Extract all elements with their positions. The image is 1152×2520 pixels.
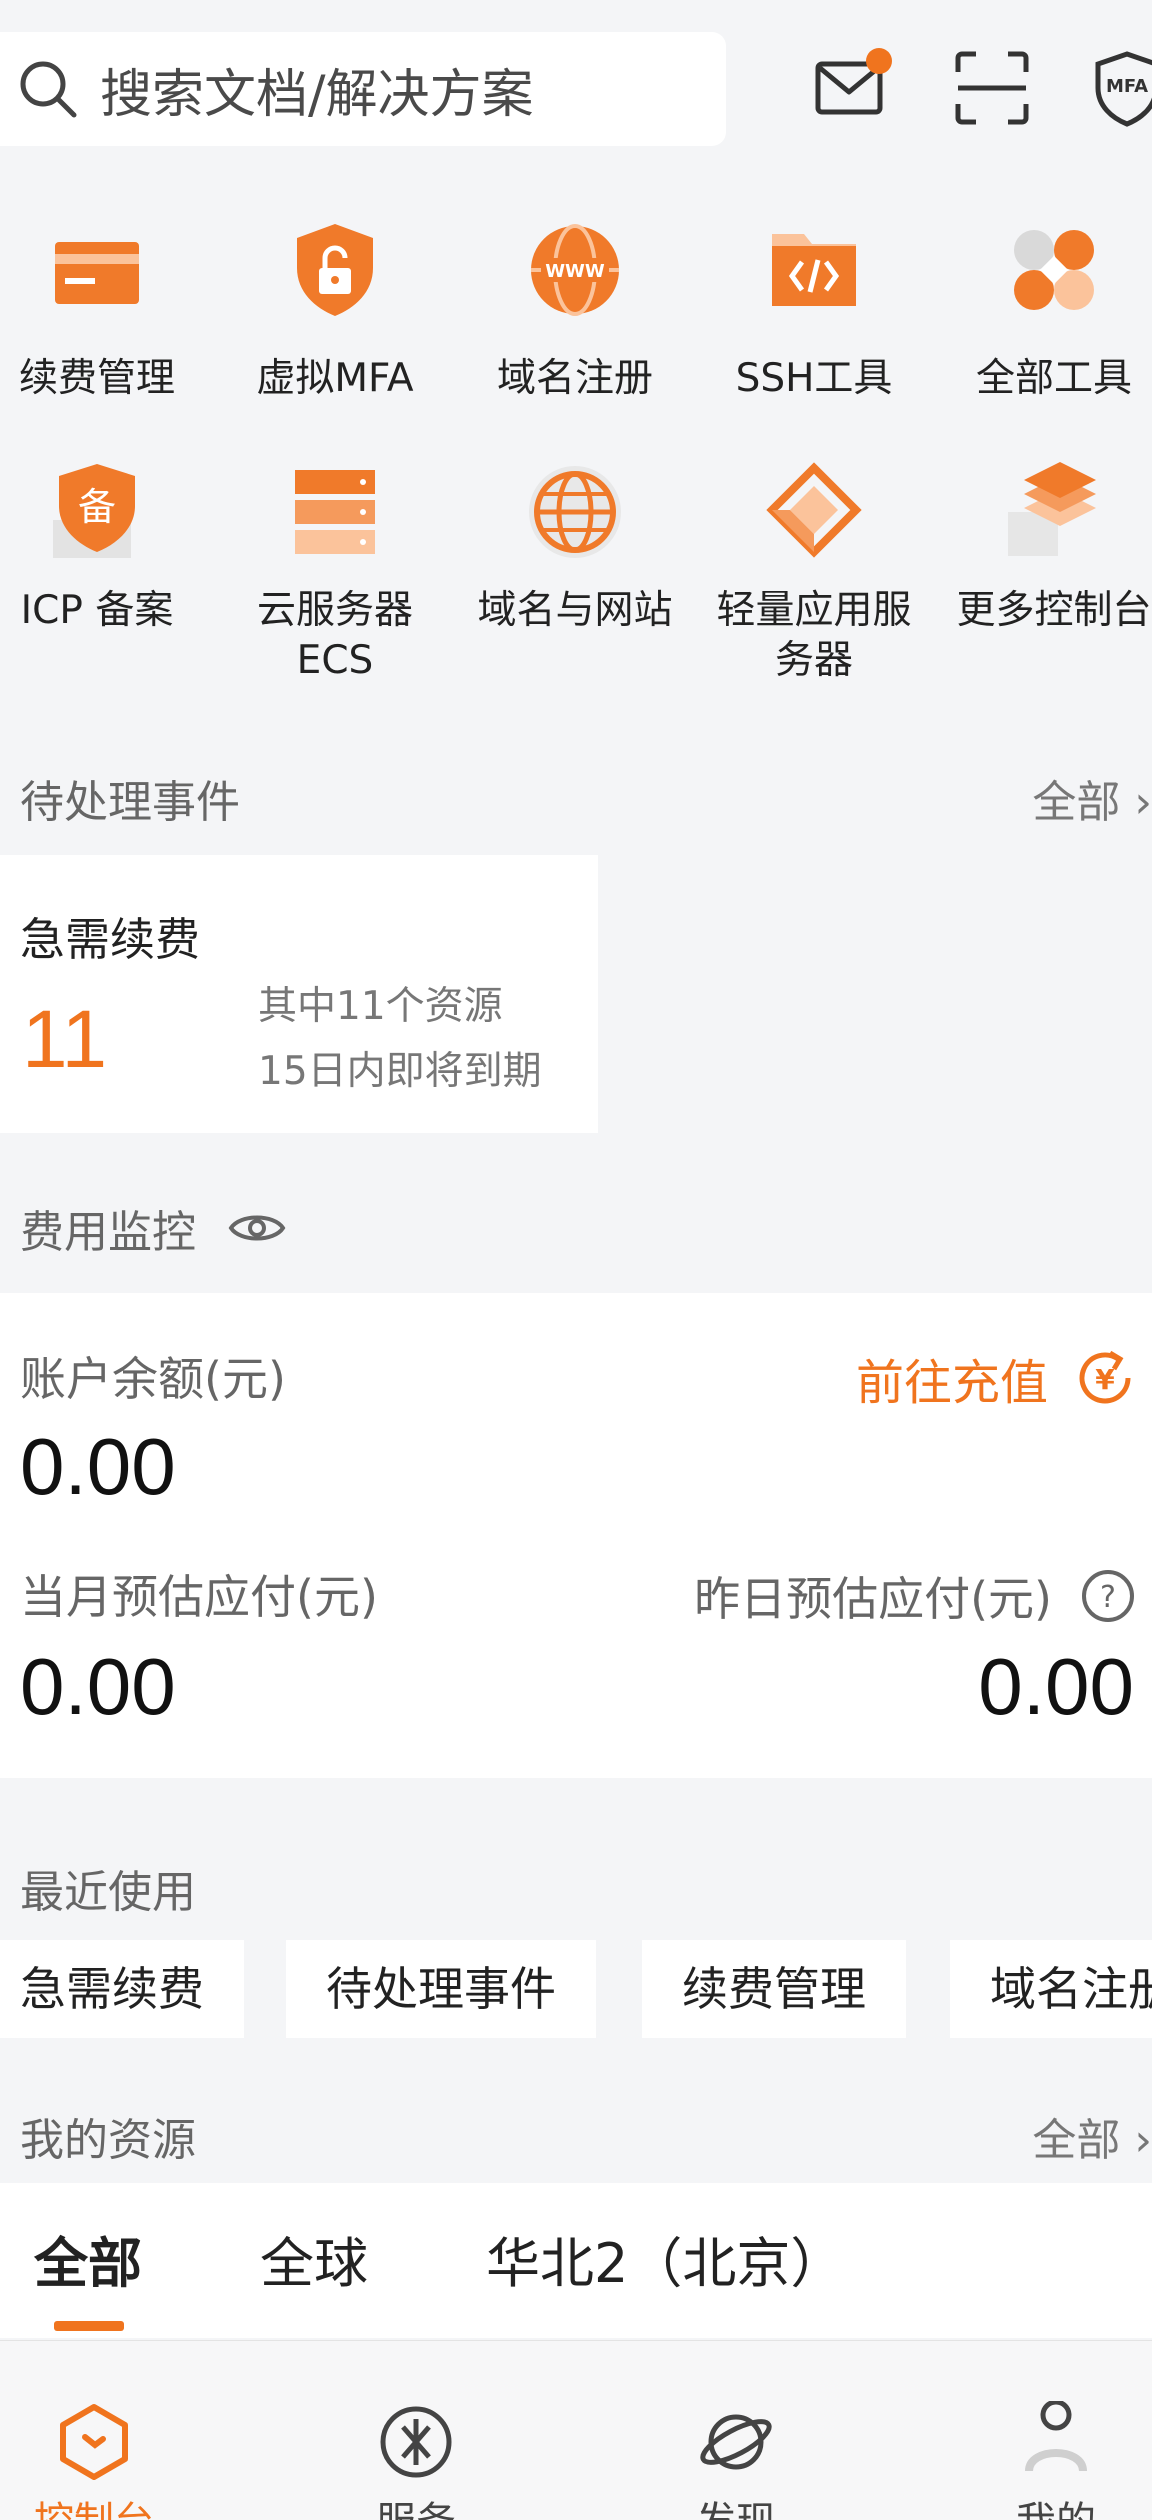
tool-label: SSH工具	[735, 356, 893, 401]
console-icon	[60, 2404, 128, 2480]
nav-discover[interactable]: 发现	[616, 2341, 856, 2520]
mfa-text: MFA	[1106, 76, 1148, 97]
tab-global[interactable]: 全球	[260, 2219, 368, 2298]
tool-label: 轻量应用服 务器	[716, 588, 912, 683]
recent-section-title: 最近使用	[20, 1867, 196, 1918]
nav-services[interactable]: 服务	[296, 2341, 536, 2520]
layers-icon	[1008, 462, 1096, 556]
recent-chip[interactable]: 待处理事件	[286, 1940, 596, 2038]
tool-label: 全部工具	[975, 356, 1132, 401]
yesterday-estimate-header: 昨日预估应付(元) ?	[694, 1563, 1136, 1629]
recent-chip[interactable]: 急需续费	[0, 1940, 244, 2038]
shield-lock-icon	[297, 224, 373, 316]
card-title: 急需续费	[20, 913, 201, 966]
resources-view-all-link[interactable]: 全部 ›	[1032, 2104, 1152, 2168]
server-icon	[295, 470, 375, 554]
pending-view-all-link[interactable]: 全部 ›	[1032, 766, 1152, 830]
tab-all[interactable]: 全部	[34, 2219, 142, 2298]
tool-label: 更多控制台	[956, 588, 1152, 633]
card-desc-line2: 15日内即将到期	[258, 1049, 542, 1094]
month-estimate-label: 当月预估应付(元)	[20, 1570, 378, 1624]
cost-section-header: 费用监控	[20, 1196, 286, 1260]
nav-console[interactable]: 控制台	[0, 2341, 214, 2520]
tool-label: 域名与网站	[477, 588, 673, 633]
scan-icon	[955, 51, 1029, 125]
renew-card-icon	[55, 242, 139, 304]
nav-label: 我的	[936, 2489, 1152, 2520]
all-tools-icon	[1014, 230, 1094, 310]
urgent-renewal-card[interactable]: 急需续费 11 其中11个资源 15日内即将到期	[0, 855, 598, 1133]
cost-card: 账户余额(元) 0.00 前往充值 ¥ 当月预估应付(元) 0.00 昨日预估应…	[0, 1293, 1152, 1778]
recent-chip[interactable]: 续费管理	[642, 1940, 906, 2038]
yesterday-estimate-label: 昨日预估应付(元)	[694, 1572, 1052, 1626]
pending-count: 11	[22, 994, 108, 1085]
tool-label: 域名注册	[496, 356, 653, 401]
month-estimate-value: 0.00	[20, 1642, 176, 1731]
tool-label: 云服务器 ECS	[256, 588, 413, 683]
globe-icon	[529, 466, 621, 558]
tab-cn-north-2[interactable]: 华北2（北京）	[486, 2219, 844, 2298]
recharge-label: 前往充值	[855, 1355, 1048, 1411]
cost-section-title: 费用监控	[20, 1207, 196, 1258]
console-page: 搜索文档/解决方案 MFA 续费管理 虚拟MFA WWW 域名注册 SSH工具 …	[0, 0, 1152, 2520]
tool-label: ICP 备案	[20, 588, 174, 633]
yen-refresh-icon: ¥	[1079, 1350, 1131, 1404]
www-globe-icon: WWW	[531, 224, 619, 316]
search-bar[interactable]: 搜索文档/解决方案	[0, 32, 726, 146]
tool-label: 续费管理	[18, 356, 175, 401]
search-placeholder: 搜索文档/解决方案	[100, 64, 534, 125]
nav-label: 服务	[296, 2489, 536, 2520]
svg-text:WWW: WWW	[545, 261, 605, 282]
mfa-button[interactable]: MFA	[1092, 48, 1152, 128]
cube-icon	[766, 462, 862, 558]
icp-filing-icon: 备	[53, 464, 135, 558]
profile-icon	[1025, 2401, 1087, 2472]
nav-label: 发现	[616, 2489, 856, 2520]
nav-profile[interactable]: 我的	[936, 2341, 1152, 2520]
search-icon	[20, 61, 77, 118]
mfa-icon: MFA	[1095, 51, 1152, 127]
bottom-nav: 控制台 服务 发现 我的	[0, 2340, 1152, 2520]
help-icon[interactable]: ?	[1080, 1568, 1136, 1624]
recharge-link[interactable]: 前往充值 ¥	[856, 1343, 1136, 1413]
svg-text:¥: ¥	[1095, 1363, 1115, 1396]
svg-text:备: 备	[78, 485, 116, 529]
balance-value: 0.00	[20, 1422, 176, 1511]
recent-chip[interactable]: 域名注册	[950, 1940, 1152, 2038]
pending-section-title: 待处理事件	[20, 777, 240, 828]
card-desc-line1: 其中11个资源	[258, 984, 503, 1029]
balance-label: 账户余额(元)	[20, 1352, 286, 1406]
yesterday-estimate-value: 0.00	[978, 1642, 1134, 1731]
resources-section-title: 我的资源	[20, 2115, 196, 2166]
nav-label: 控制台	[0, 2489, 214, 2520]
svg-text:?: ?	[1100, 1580, 1116, 1615]
tool-label: 虚拟MFA	[256, 356, 414, 401]
scan-button[interactable]	[952, 48, 1032, 128]
planet-icon	[700, 2414, 772, 2470]
service-icon	[380, 2406, 452, 2478]
unread-dot	[866, 48, 892, 74]
active-tab-indicator	[54, 2321, 124, 2331]
eye-icon[interactable]	[228, 1208, 286, 1248]
resource-region-tabs: 全部 全球 华北2（北京）	[0, 2183, 1152, 2338]
code-folder-icon	[772, 234, 856, 306]
mail-button[interactable]	[812, 48, 892, 128]
